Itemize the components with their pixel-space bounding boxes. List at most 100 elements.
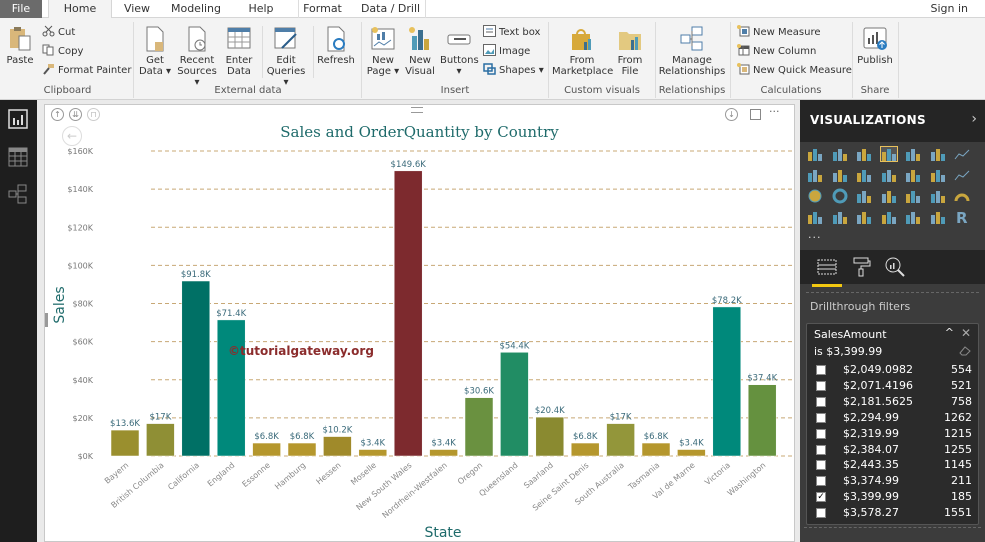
tab-help[interactable]: Help — [244, 0, 278, 18]
bar-south-australia[interactable] — [606, 423, 635, 457]
line-chart-icon[interactable] — [953, 146, 971, 162]
filter-value-row[interactable]: $3,578.27 1551 — [814, 505, 974, 521]
funnel-icon[interactable] — [929, 188, 947, 204]
stacked-column-chart-icon[interactable] — [831, 146, 849, 162]
waterfall-chart-icon[interactable] — [929, 167, 947, 183]
filter-checkbox[interactable] — [816, 365, 826, 375]
filter-value-row[interactable]: ✓ $3,399.99 185 — [814, 489, 974, 505]
filter-checkbox[interactable] — [816, 396, 826, 407]
tab-format[interactable]: Format — [298, 0, 346, 18]
filter-value-row[interactable]: $2,294.99 1262 — [814, 410, 974, 426]
bar-hamburg[interactable] — [287, 442, 317, 457]
from-file-button[interactable]: From File — [613, 26, 647, 77]
tab-data-drill[interactable]: Data / Drill — [356, 0, 426, 18]
filter-checkbox[interactable] — [816, 476, 826, 487]
bar-new-south-wales[interactable] — [393, 170, 423, 457]
filter-value-row[interactable]: $2,384.07 1255 — [814, 442, 974, 458]
bar-england[interactable] — [216, 319, 246, 457]
slicer-icon[interactable] — [880, 209, 898, 225]
tab-home[interactable]: Home — [48, 0, 112, 19]
relationships-view-icon[interactable] — [7, 183, 29, 205]
data-view-icon[interactable] — [7, 146, 29, 168]
bar-british-columbia[interactable] — [146, 423, 175, 457]
filter-checkbox[interactable] — [816, 508, 826, 519]
publish-button[interactable]: Publish — [856, 26, 894, 66]
from-marketplace-button[interactable]: From Marketplace — [552, 26, 613, 77]
ribbon-chart-icon[interactable] — [904, 167, 922, 183]
line-and-clustered-column-chart-icon[interactable] — [880, 167, 898, 183]
filter-checkbox[interactable] — [816, 444, 826, 455]
new-quick-measure-button[interactable]: New Quick Measure — [737, 63, 852, 78]
tab-file[interactable]: File — [0, 0, 42, 18]
new-measure-button[interactable]: New Measure — [737, 25, 821, 40]
get-data-button[interactable]: Get Data ▾ — [138, 26, 172, 77]
bar-moselle[interactable] — [358, 449, 388, 457]
remove-filter-icon[interactable]: ✕ — [961, 326, 971, 340]
buttons-button[interactable]: Buttons ▾ — [440, 26, 479, 77]
format-paint-roller-icon[interactable] — [850, 256, 872, 278]
bar-queensland[interactable] — [500, 352, 529, 457]
resize-handle-left[interactable] — [45, 313, 48, 327]
bar-bayern[interactable] — [110, 429, 140, 457]
filter-value-row[interactable]: $2,319.99 1215 — [814, 426, 974, 442]
area-chart-icon[interactable] — [806, 167, 824, 183]
treemap-icon[interactable] — [855, 188, 873, 204]
bar-tasmania[interactable] — [641, 442, 671, 457]
filter-checkbox[interactable] — [816, 380, 826, 391]
stacked-bar-chart-icon[interactable] — [806, 146, 824, 162]
scatter-chart-icon[interactable] — [953, 167, 971, 183]
filter-checkbox[interactable] — [816, 412, 826, 423]
new-visual-button[interactable]: New Visual — [403, 26, 437, 77]
refresh-button[interactable]: Refresh — [316, 26, 356, 66]
bar-california[interactable] — [181, 280, 211, 457]
image-button[interactable]: Image — [483, 44, 530, 59]
r-script-visual-icon[interactable]: R — [953, 209, 971, 225]
filter-checkbox[interactable] — [816, 460, 826, 471]
text-box-button[interactable]: Text box — [483, 25, 540, 40]
paste-button[interactable]: Paste — [4, 26, 36, 66]
stacked-area-chart-icon[interactable] — [831, 167, 849, 183]
filter-value-row[interactable]: $3,374.99 211 — [814, 473, 974, 489]
multi-row-card-icon[interactable] — [831, 209, 849, 225]
map-icon[interactable] — [880, 188, 898, 204]
bar-essonne[interactable] — [252, 442, 281, 457]
manage-relationships-button[interactable]: Manage Relationships — [658, 26, 726, 77]
filter-value-row[interactable]: $2,049.0982 554 — [814, 362, 974, 378]
collapse-filter-icon[interactable]: ^ — [945, 326, 954, 339]
tab-modeling[interactable]: Modeling — [168, 0, 224, 18]
table-visual-icon[interactable] — [904, 209, 922, 225]
clustered-column-chart-icon[interactable] — [879, 146, 898, 162]
donut-chart-icon[interactable] — [831, 188, 849, 204]
bar-nordrhein-westfalen[interactable] — [429, 449, 458, 457]
card-icon[interactable] — [806, 209, 824, 225]
filter-checkbox[interactable] — [816, 428, 826, 439]
copy-button[interactable]: Copy — [42, 44, 83, 59]
kpi-icon[interactable] — [855, 209, 873, 225]
edit-queries-button[interactable]: Edit Queries ▾ — [264, 26, 308, 88]
gauge-icon[interactable] — [953, 188, 971, 204]
format-painter-button[interactable]: Format Painter — [42, 63, 131, 78]
tab-view[interactable]: View — [118, 0, 156, 18]
bar-victoria[interactable] — [712, 306, 742, 457]
filter-value-row[interactable]: $2,443.35 1145 — [814, 457, 974, 473]
bar-washington[interactable] — [747, 384, 777, 457]
filter-value-row[interactable]: $2,071.4196 521 — [814, 378, 974, 394]
fields-tab-icon[interactable] — [816, 256, 838, 278]
cut-button[interactable]: Cut — [42, 25, 75, 40]
filter-value-row[interactable]: $2,181.5625 758 — [814, 394, 974, 410]
bar-oregon[interactable] — [464, 397, 494, 457]
clustered-bar-chart-icon[interactable] — [855, 146, 873, 162]
100-stacked-column-chart-icon[interactable] — [929, 146, 947, 162]
report-view-icon[interactable] — [7, 108, 29, 130]
new-page-button[interactable]: New Page ▾ — [366, 26, 400, 77]
line-and-stacked-column-chart-icon[interactable] — [855, 167, 873, 183]
pie-chart-icon[interactable] — [806, 188, 824, 204]
bar-hessen[interactable] — [323, 436, 352, 457]
bar-val-de-marne[interactable] — [677, 449, 706, 457]
recent-sources-button[interactable]: Recent Sources ▾ — [175, 26, 219, 88]
collapse-pane-icon[interactable]: › — [971, 111, 977, 127]
matrix-icon[interactable] — [929, 209, 947, 225]
analytics-magnifier-icon[interactable] — [884, 256, 906, 278]
100-stacked-bar-chart-icon[interactable] — [904, 146, 922, 162]
clustered-column-chart-visual[interactable]: ↑ ⇊ ⊓ ↓ ··· ← Sales and OrderQuantity by… — [44, 104, 795, 542]
